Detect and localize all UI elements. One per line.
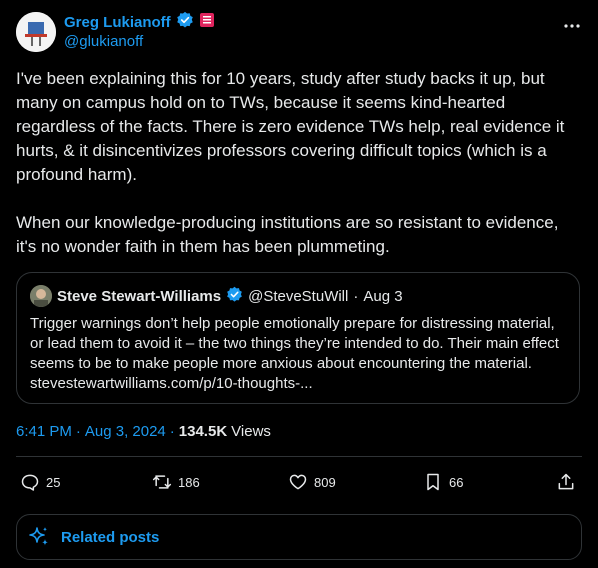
views-count: 134.5K	[178, 423, 228, 440]
bookmark-button[interactable]: 66	[423, 468, 463, 496]
like-button[interactable]: 809	[288, 468, 336, 496]
quoted-tweet-header: Steve Stewart-Williams @SteveStuWill · A…	[30, 285, 403, 307]
divider-top	[16, 456, 582, 457]
author-avatar[interactable]	[16, 12, 56, 52]
quoted-verified-badge-icon	[226, 286, 243, 307]
meta-dot: ·	[169, 423, 175, 440]
tweet-text: I've been explaining this for 10 years, …	[16, 69, 565, 256]
heart-icon	[289, 474, 307, 490]
author-display-name[interactable]: Greg Lukianoff	[64, 14, 171, 31]
share-button[interactable]	[556, 468, 576, 496]
repost-count: 186	[178, 474, 200, 490]
views-label: Views	[231, 423, 271, 440]
action-bar: 25 186 809 66	[16, 468, 582, 496]
share-icon	[558, 473, 574, 490]
meta-separator: ·	[75, 423, 81, 440]
repost-icon	[152, 475, 172, 489]
verified-badge-icon	[176, 11, 194, 34]
related-posts-button[interactable]: Related posts	[16, 514, 582, 560]
reply-button[interactable]: 25	[20, 468, 60, 496]
quoted-date: Aug 3	[363, 287, 403, 305]
sparkle-icon	[29, 527, 48, 546]
quoted-author-handle: @SteveStuWill	[248, 287, 349, 305]
like-count: 809	[314, 474, 336, 490]
quoted-separator: ·	[353, 287, 359, 305]
reply-count: 25	[46, 474, 61, 490]
author-handle[interactable]: @glukianoff	[64, 33, 143, 50]
reply-icon	[21, 474, 39, 491]
bookmark-icon	[427, 473, 439, 491]
quoted-tweet-text: Trigger warnings don’t help people emoti…	[30, 315, 559, 392]
quoted-tweet-card[interactable]: Steve Stewart-Williams @SteveStuWill · A…	[16, 272, 580, 404]
tweet-time[interactable]: 6:41 PM	[16, 423, 72, 440]
organization-badge-icon	[199, 12, 215, 33]
author-name-row: Greg Lukianoff	[64, 11, 215, 34]
quoted-author-name: Steve Stewart-Williams	[57, 287, 222, 305]
repost-button[interactable]: 186	[152, 468, 200, 496]
quoted-author-avatar	[30, 285, 52, 307]
tweet-meta: 6:41 PM · Aug 3, 2024 · 134.5K Views	[16, 423, 271, 440]
related-posts-label: Related posts	[61, 528, 160, 546]
bookmark-count: 66	[449, 474, 464, 490]
more-options-icon[interactable]	[562, 16, 582, 36]
tweet-date[interactable]: Aug 3, 2024	[85, 423, 166, 440]
